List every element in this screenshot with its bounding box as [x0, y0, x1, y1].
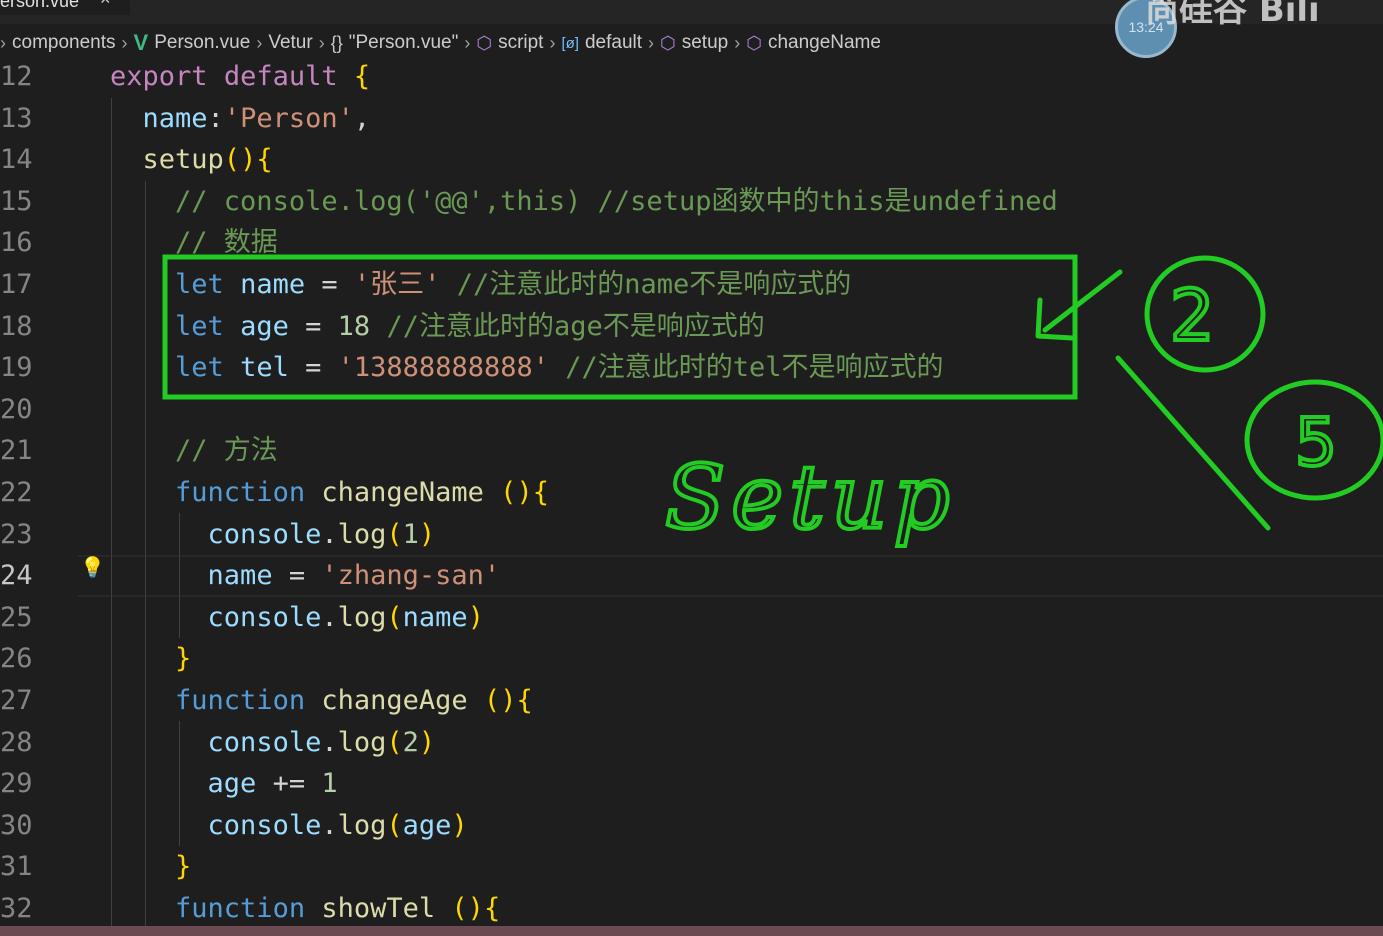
- tab-person-vue[interactable]: erson.vue ×: [0, 0, 130, 15]
- watermark-logo: 尚硅谷 Bili: [1145, 0, 1383, 30]
- breadcrumb-vetur[interactable]: Vetur: [268, 32, 312, 54]
- code-line[interactable]: let tel = '13888888888' //注意此时的tel不是响应式的: [110, 347, 944, 389]
- code-line[interactable]: }: [110, 638, 191, 680]
- cube-icon: ⬡: [660, 32, 676, 53]
- breadcrumb-label: Person.vue: [154, 32, 251, 53]
- breadcrumb-label: changeName: [767, 32, 881, 53]
- line-number: 26: [0, 643, 33, 675]
- line-number: 17: [0, 269, 33, 300]
- line-number: 22: [0, 477, 33, 508]
- line-number: 21: [0, 435, 33, 467]
- code-line[interactable]: // 方法: [110, 430, 278, 472]
- cube-icon: ⬡: [476, 32, 493, 53]
- breadcrumb-label: script: [498, 32, 544, 53]
- code-line[interactable]: console.log(2): [110, 722, 436, 764]
- breadcrumb-module[interactable]: {} "Person.vue": [331, 32, 459, 54]
- code-line[interactable]: let age = 18 //注意此时的age不是响应式的: [110, 306, 765, 348]
- braces-icon: {}: [330, 32, 343, 53]
- breadcrumb-script[interactable]: ⬡ script: [476, 32, 543, 54]
- chevron-right-icon: ›: [256, 32, 263, 53]
- line-number: 27: [0, 685, 33, 716]
- line-number: 29: [0, 768, 33, 800]
- breadcrumb-label: setup: [681, 32, 729, 53]
- line-number: 28: [0, 726, 33, 758]
- line-number: 30: [0, 809, 33, 841]
- code-line[interactable]: export default {: [110, 56, 370, 98]
- line-number: 24: [0, 560, 33, 592]
- breadcrumb-components[interactable]: components: [12, 32, 116, 54]
- chevron-right-icon: ›: [318, 32, 325, 53]
- line-number: 20: [0, 393, 33, 425]
- line-number: 15: [0, 185, 33, 217]
- code-editor[interactable]: 12 13 14 15 16 17 18 19 20 21 22 23 24 25 26 27 28 29 30 31…: [0, 56, 1383, 928]
- line-number: 31: [0, 851, 33, 883]
- breadcrumb-default[interactable]: [ø] default: [561, 32, 642, 54]
- line-number: 25: [0, 601, 33, 633]
- chevron-right-icon: ›: [549, 32, 556, 53]
- line-number: 14: [0, 144, 33, 176]
- code-line[interactable]: name = 'zhang-san': [110, 555, 501, 597]
- breadcrumb: › components › V Person.vue › Vetur › {}…: [0, 28, 1383, 58]
- line-number: 32: [0, 893, 33, 924]
- code-line[interactable]: name:'Person',: [110, 98, 371, 140]
- code-line[interactable]: age += 1: [110, 763, 338, 805]
- chevron-right-icon: ›: [464, 32, 471, 53]
- line-number: 23: [0, 518, 33, 550]
- code-line[interactable]: let name = '张三' //注意此时的name不是响应式的: [110, 264, 851, 306]
- line-number: 18: [0, 310, 33, 342]
- breadcrumb-label: components: [12, 32, 116, 53]
- breadcrumb-label: "Person.vue": [348, 32, 459, 53]
- vue-icon: V: [133, 30, 149, 55]
- chevron-right-icon: ›: [648, 32, 655, 53]
- code-line[interactable]: setup(){: [110, 139, 273, 181]
- breadcrumb-setup[interactable]: ⬡ setup: [660, 32, 728, 54]
- chevron-right-icon: ›: [734, 32, 741, 53]
- code-line[interactable]: console.log(name): [110, 597, 484, 639]
- tab-label: erson.vue: [0, 0, 80, 11]
- code-line[interactable]: console.log(1): [110, 514, 436, 556]
- breadcrumb-label: default: [584, 32, 643, 53]
- code-line[interactable]: }: [110, 846, 191, 888]
- chevron-right-icon: ›: [0, 32, 6, 53]
- breadcrumb-label: Vetur: [268, 32, 313, 53]
- code-line[interactable]: // 数据: [110, 222, 278, 264]
- line-number: 13: [0, 102, 33, 134]
- chevron-right-icon: ›: [121, 32, 128, 53]
- code-line[interactable]: function showTel (){: [110, 888, 500, 930]
- lightbulb-icon[interactable]: 💡: [80, 555, 105, 579]
- breadcrumb-person-vue[interactable]: V Person.vue: [134, 30, 251, 56]
- code-line[interactable]: // console.log('@@',this) //setup函数中的thi…: [110, 181, 1058, 223]
- close-icon[interactable]: ×: [100, 0, 111, 9]
- watermark-text: 尚硅谷 Bili: [1145, 0, 1320, 30]
- line-number: 16: [0, 227, 33, 259]
- line-number: 12: [0, 61, 33, 92]
- code-line[interactable]: function changeAge (){: [110, 680, 533, 722]
- cube-icon: ⬡: [746, 32, 762, 53]
- variable-icon: [ø]: [561, 34, 579, 52]
- code-line[interactable]: function changeName (){: [110, 472, 549, 514]
- code-line[interactable]: console.log(age): [110, 805, 468, 847]
- line-number: 19: [0, 352, 33, 384]
- breadcrumb-changename[interactable]: ⬡ changeName: [746, 32, 881, 54]
- bottom-bar: [0, 926, 1383, 936]
